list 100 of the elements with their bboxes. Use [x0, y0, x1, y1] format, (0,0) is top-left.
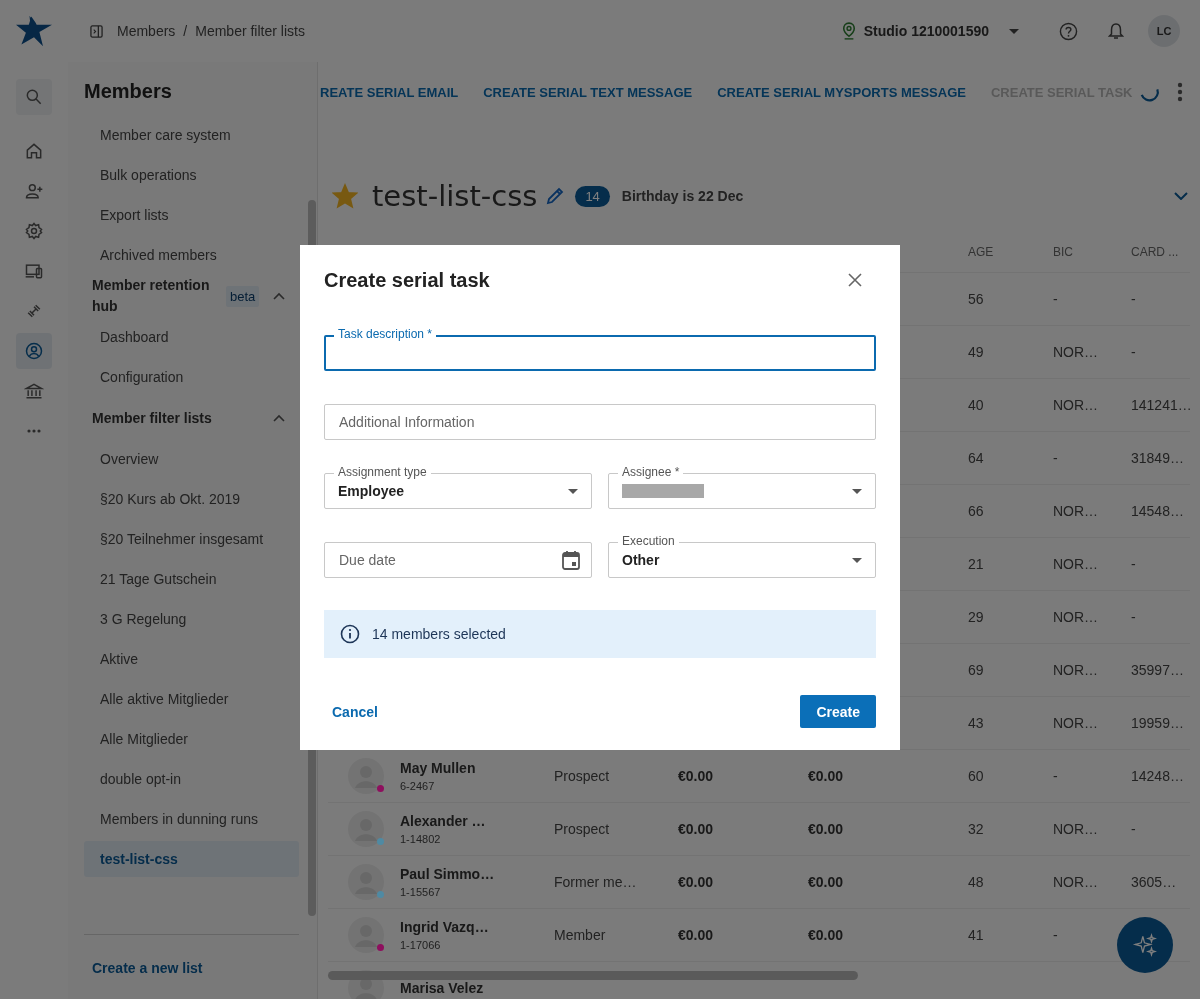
table-cell: - — [1053, 450, 1058, 466]
more-vertical-icon[interactable] — [1177, 82, 1183, 102]
table-cell: 14548… — [1131, 503, 1184, 519]
studio-selector[interactable]: Studio 1210001590 — [841, 22, 1019, 40]
member-name[interactable]: May Mullen — [400, 760, 554, 776]
filter-description: Birthday is 22 Dec — [621, 188, 744, 204]
table-cell: - — [1131, 344, 1136, 360]
member-name[interactable]: Paul Simmo… — [400, 866, 554, 882]
dropdown-field[interactable]: Assignment type Employee — [324, 465, 592, 509]
caret-icon — [852, 557, 862, 563]
table-cell: - — [1053, 291, 1058, 307]
table-cell: 14248… — [1131, 768, 1184, 784]
avatar-silhouette-icon — [348, 811, 384, 847]
breadcrumb-link[interactable]: Members — [117, 23, 176, 39]
sidebar-item[interactable]: Bulk operations — [84, 155, 299, 195]
table-cell: 19959… — [1131, 715, 1184, 731]
member-number: 1-15567 — [400, 886, 442, 898]
sidebar-item[interactable]: Overview — [84, 439, 299, 479]
field-label: Assignee * — [618, 465, 684, 479]
star-icon[interactable] — [332, 183, 358, 209]
beta-tag: beta — [226, 285, 260, 307]
close-icon[interactable] — [848, 273, 862, 287]
sidebar-item[interactable]: §20 Kurs ab Okt. 2019 — [84, 479, 299, 519]
table-cell: 69 — [968, 662, 984, 678]
help-icon[interactable] — [1059, 21, 1078, 41]
dropdown-field[interactable]: Execution Other — [608, 534, 876, 578]
horizontal-scrollbar[interactable] — [328, 971, 858, 980]
sparkle-fab[interactable] — [1117, 917, 1173, 973]
caret-icon — [568, 488, 578, 494]
sidebar-item[interactable]: Dashboard — [84, 317, 299, 357]
notification-bell-icon[interactable] — [1108, 22, 1124, 40]
chevron-up-icon[interactable] — [273, 414, 285, 422]
table-cell: NOR… — [1053, 397, 1099, 413]
info-icon — [340, 624, 360, 644]
member-name[interactable]: Marisa Velez — [400, 980, 554, 996]
table-cell: - — [1131, 609, 1136, 625]
pencil-icon[interactable] — [545, 186, 566, 206]
cancel-button[interactable]: Cancel — [324, 695, 386, 728]
table-cell: 31849… — [1131, 450, 1184, 466]
table-cell: 43 — [968, 715, 984, 731]
sidebar-item[interactable]: Alle Mitglieder — [84, 719, 299, 759]
table-cell: - — [1053, 768, 1058, 784]
avatar-silhouette-icon — [348, 864, 384, 900]
table-cell: NOR… — [1053, 715, 1099, 731]
sidebar-group-title[interactable]: Member filter lists — [92, 407, 222, 429]
star-logo-icon[interactable] — [16, 15, 52, 47]
table-cell: Prospect — [554, 821, 610, 837]
chevron-up-icon[interactable] — [273, 292, 285, 300]
table-cell: Former me… — [554, 874, 637, 890]
sidebar-item[interactable]: §20 Teilnehmer insgesamt — [84, 519, 299, 559]
list-title: test-list-css — [372, 179, 538, 213]
table-cell: - — [1131, 556, 1136, 572]
sidebar-item[interactable]: 21 Tage Gutschein — [84, 559, 299, 599]
sidebar-item[interactable]: 3 G Regelung — [84, 599, 299, 639]
column-header[interactable]: BIC — [1053, 245, 1131, 259]
member-name[interactable]: Ingrid Vazq… — [400, 919, 554, 935]
table-cell: NOR… — [1053, 609, 1099, 625]
caret-icon — [852, 488, 862, 494]
text-field[interactable]: Additional Information — [324, 404, 876, 440]
table-cell: NOR… — [1053, 556, 1099, 572]
create-button[interactable]: Create — [800, 695, 876, 728]
column-header[interactable]: CARD ... — [1131, 245, 1200, 259]
action-link[interactable]: CREATE SERIAL MYSPORTS MESSAGE — [717, 84, 966, 100]
calendar-icon[interactable] — [562, 550, 580, 570]
date-field[interactable]: Due date — [324, 542, 592, 578]
table-cell: - — [1131, 291, 1136, 307]
action-link[interactable]: CREATE SERIAL TEXT MESSAGE — [483, 84, 693, 100]
member-number: 1-14802 — [400, 833, 442, 845]
field-label: Task description * — [334, 327, 437, 341]
table-cell: €0.00 — [678, 768, 714, 784]
member-name[interactable]: Alexander … — [400, 813, 554, 829]
table-cell: NOR… — [1053, 874, 1099, 890]
table-cell: €0.00 — [808, 768, 844, 784]
action-link[interactable]: REATE SERIAL EMAIL — [320, 84, 459, 100]
location-pin-icon — [841, 22, 856, 40]
chevron-down-icon[interactable] — [1174, 192, 1188, 200]
create-list-link[interactable]: Create a new list — [92, 960, 203, 976]
sidebar-item[interactable]: Aktive — [84, 639, 299, 679]
breadcrumb-separator: / — [183, 23, 188, 39]
info-text: 14 members selected — [372, 626, 506, 642]
dialog-title: Create serial task — [324, 268, 490, 292]
sidebar-item[interactable]: Archived members — [84, 235, 299, 275]
sidebar-item[interactable]: Configuration — [84, 357, 299, 397]
breadcrumb-link[interactable]: Member filter lists — [195, 23, 305, 39]
sidebar-item[interactable]: double opt-in — [84, 759, 299, 799]
sidebar-item[interactable]: Export lists — [84, 195, 299, 235]
sidebar-item[interactable]: test-list-css — [84, 841, 299, 877]
table-cell: 66 — [968, 503, 984, 519]
column-header[interactable]: AGE — [968, 245, 1053, 259]
search-icon[interactable] — [16, 79, 52, 115]
user-avatar[interactable]: LC — [1148, 15, 1180, 47]
caret-icon — [1009, 28, 1019, 34]
panel-toggle-icon[interactable] — [90, 24, 103, 38]
dropdown-field[interactable]: Assignee * — [608, 465, 876, 509]
table-cell: €0.00 — [678, 821, 714, 837]
sidebar-item[interactable]: Members in dunning runs — [84, 799, 299, 839]
sidebar-item[interactable]: Alle aktive Mitglieder — [84, 679, 299, 719]
sidebar-group-title[interactable]: Member retention hub — [92, 275, 222, 317]
table-cell: NOR… — [1053, 821, 1099, 837]
sidebar-item[interactable]: Member care system — [84, 115, 299, 155]
